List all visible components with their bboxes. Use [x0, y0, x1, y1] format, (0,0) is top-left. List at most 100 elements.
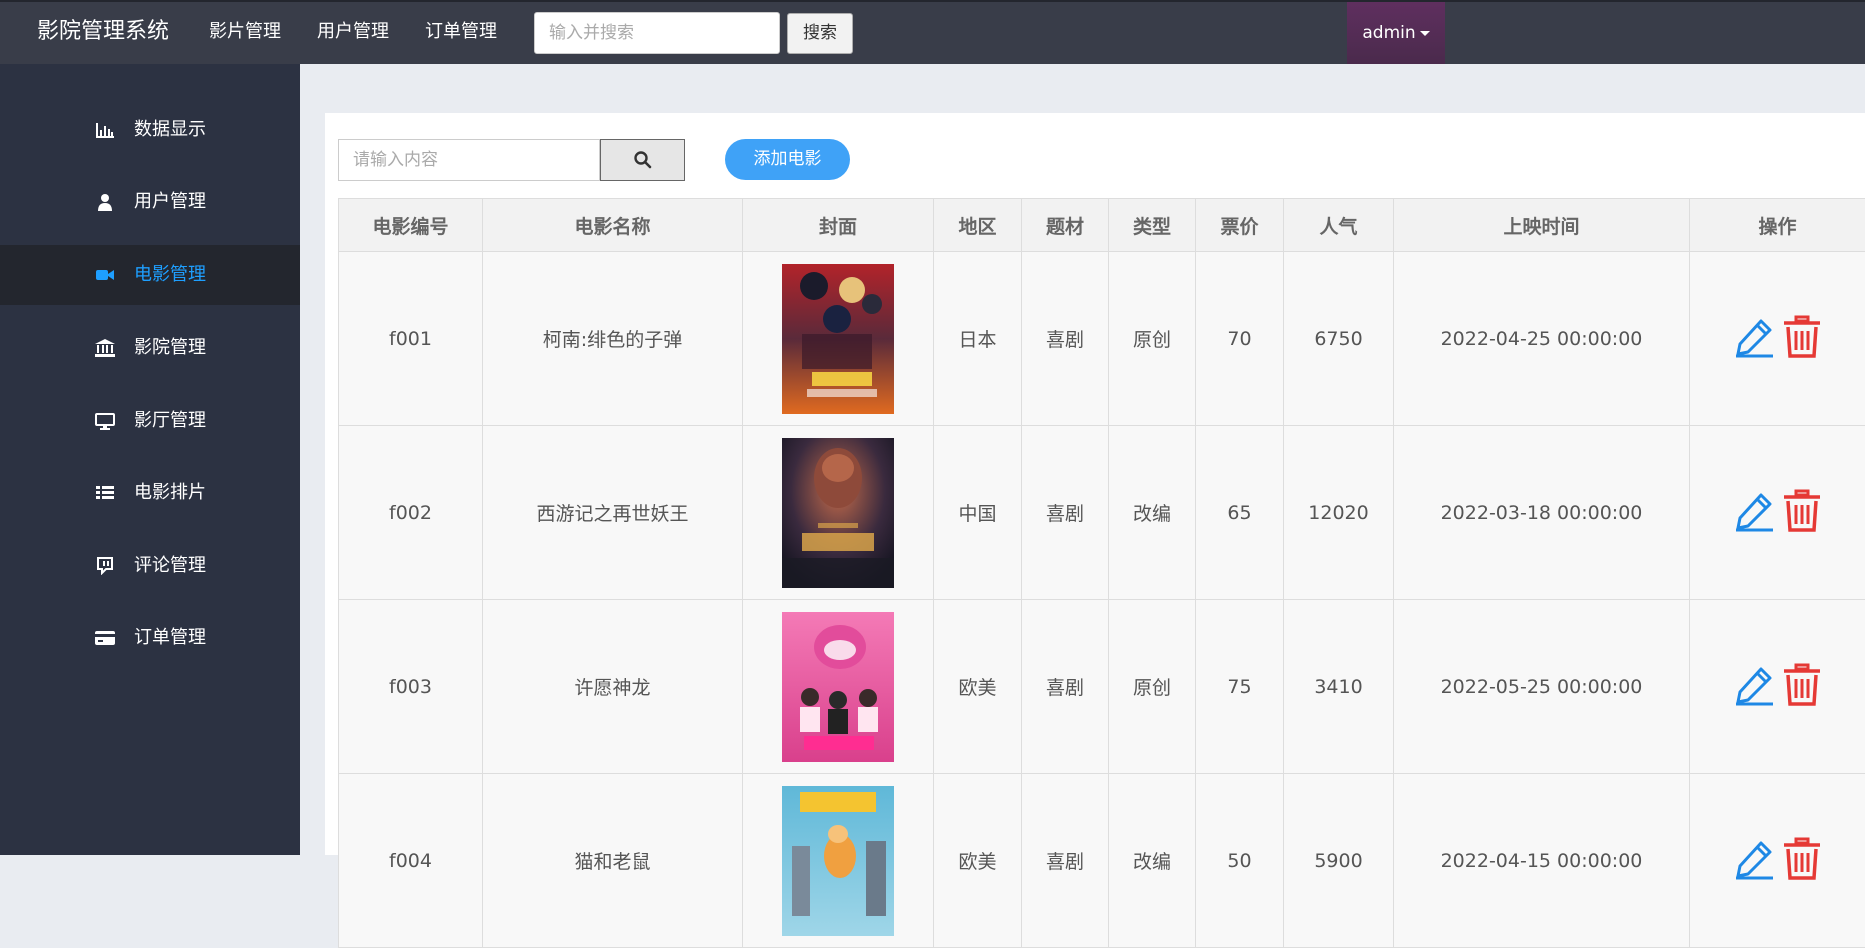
user-icon: [95, 193, 115, 211]
header-region: 地区: [934, 199, 1022, 252]
delete-trash-icon[interactable]: [1781, 837, 1823, 881]
top-search-input[interactable]: [534, 12, 780, 54]
movie-poster-image: [782, 786, 894, 936]
cell-movie-name: 西游记之再世妖王: [483, 426, 743, 600]
cell-genre: 喜剧: [1022, 774, 1109, 948]
sidebar-item-movie-management[interactable]: 电影管理: [0, 245, 300, 305]
delete-trash-icon[interactable]: [1781, 489, 1823, 533]
movie-poster-image: [782, 612, 894, 762]
sidebar-item-data-display[interactable]: 数据显示: [0, 100, 300, 160]
comment-icon: [95, 557, 115, 575]
list-icon: [95, 484, 115, 502]
cell-popularity: 3410: [1284, 600, 1394, 774]
sidebar-item-order-management[interactable]: 订单管理: [0, 608, 300, 668]
cell-release-time: 2022-04-15 00:00:00: [1394, 774, 1690, 948]
cell-price: 70: [1196, 252, 1284, 426]
sidebar-item-label: 数据显示: [134, 115, 206, 145]
table-header-row: 电影编号 电影名称 封面 地区 题材 类型 票价 人气 上映时间 操作: [339, 199, 1865, 252]
sidebar-item-label: 评论管理: [134, 551, 206, 581]
header-type: 类型: [1109, 199, 1196, 252]
cell-movie-name: 猫和老鼠: [483, 774, 743, 948]
cell-release-time: 2022-04-25 00:00:00: [1394, 252, 1690, 426]
sidebar-item-user-management[interactable]: 用户管理: [0, 172, 300, 232]
top-navbar: 影院管理系统 影片管理 用户管理 订单管理 搜索 admin: [0, 0, 1865, 64]
cell-cover: [743, 600, 934, 774]
sidebar-item-movie-schedule[interactable]: 电影排片: [0, 463, 300, 523]
movie-table: 电影编号 电影名称 封面 地区 题材 类型 票价 人气 上映时间 操作 f001…: [338, 198, 1865, 948]
cell-type: 改编: [1109, 774, 1196, 948]
table-row: f001 柯南:绯色的子弹 日本 喜剧 原创 70 6750 2022-04-2…: [339, 252, 1865, 426]
edit-icon[interactable]: [1733, 664, 1775, 706]
cell-movie-id: f001: [339, 252, 483, 426]
sidebar-item-label: 影厅管理: [134, 406, 206, 436]
cell-actions: [1690, 600, 1865, 774]
edit-icon[interactable]: [1733, 316, 1775, 358]
sidebar-item-comment-management[interactable]: 评论管理: [0, 536, 300, 596]
sidebar-item-label: 电影管理: [134, 260, 206, 290]
header-genre: 题材: [1022, 199, 1109, 252]
cell-release-time: 2022-05-25 00:00:00: [1394, 600, 1690, 774]
cell-type: 原创: [1109, 252, 1196, 426]
cell-movie-name: 柯南:绯色的子弹: [483, 252, 743, 426]
sidebar-item-cinema-management[interactable]: 影院管理: [0, 318, 300, 378]
cell-movie-id: f004: [339, 774, 483, 948]
cell-genre: 喜剧: [1022, 252, 1109, 426]
header-popularity: 人气: [1284, 199, 1394, 252]
nav-film-management[interactable]: 影片管理: [209, 18, 281, 46]
sidebar-item-label: 电影排片: [134, 478, 206, 508]
cell-popularity: 5900: [1284, 774, 1394, 948]
top-search-button[interactable]: 搜索: [787, 13, 853, 54]
movie-search-button[interactable]: [600, 139, 685, 181]
cell-movie-name: 许愿神龙: [483, 600, 743, 774]
add-movie-button[interactable]: 添加电影: [725, 139, 850, 180]
cell-cover: [743, 426, 934, 600]
cell-region: 中国: [934, 426, 1022, 600]
credit-card-icon: [95, 629, 115, 647]
delete-trash-icon[interactable]: [1781, 663, 1823, 707]
edit-icon[interactable]: [1733, 490, 1775, 532]
header-price: 票价: [1196, 199, 1284, 252]
sidebar-item-hall-management[interactable]: 影厅管理: [0, 391, 300, 451]
table-row: f003 许愿神龙 欧美 喜剧 原创 75 3410 2022-05-25 00…: [339, 600, 1865, 774]
nav-user-management[interactable]: 用户管理: [317, 18, 389, 46]
cell-region: 日本: [934, 252, 1022, 426]
sidebar: 数据显示 用户管理 电影管理 影院管理 影厅管理 电影排片: [0, 64, 300, 855]
table-row: f004 猫和老鼠 欧美 喜剧 改编 50 5900 2022-04-15 00…: [339, 774, 1865, 948]
cell-movie-id: f002: [339, 426, 483, 600]
movie-search-input[interactable]: [338, 139, 600, 181]
cell-cover: [743, 252, 934, 426]
delete-trash-icon[interactable]: [1781, 315, 1823, 359]
sidebar-item-label: 影院管理: [134, 333, 206, 363]
cell-price: 65: [1196, 426, 1284, 600]
header-cover: 封面: [743, 199, 934, 252]
admin-user-menu[interactable]: admin: [1347, 2, 1445, 64]
movie-poster-image: [782, 264, 894, 414]
cell-region: 欧美: [934, 774, 1022, 948]
cell-actions: [1690, 774, 1865, 948]
table-row: f002 西游记之再世妖王 中国 喜剧 改编 65 12020 2022-03-…: [339, 426, 1865, 600]
cell-popularity: 12020: [1284, 426, 1394, 600]
bar-chart-icon: [95, 121, 115, 139]
sidebar-item-label: 订单管理: [134, 623, 206, 653]
cell-type: 原创: [1109, 600, 1196, 774]
header-movie-id: 电影编号: [339, 199, 483, 252]
nav-order-management[interactable]: 订单管理: [425, 18, 497, 46]
cell-movie-id: f003: [339, 600, 483, 774]
search-icon: [633, 150, 653, 170]
video-camera-icon: [95, 266, 115, 284]
admin-username: admin: [1362, 23, 1415, 43]
caret-down-icon: [1420, 31, 1430, 36]
bank-icon: [95, 339, 115, 357]
edit-icon[interactable]: [1733, 838, 1775, 880]
cell-genre: 喜剧: [1022, 426, 1109, 600]
cell-release-time: 2022-03-18 00:00:00: [1394, 426, 1690, 600]
header-release-time: 上映时间: [1394, 199, 1690, 252]
sidebar-item-label: 用户管理: [134, 187, 206, 217]
app-brand[interactable]: 影院管理系统: [37, 16, 169, 48]
cell-type: 改编: [1109, 426, 1196, 600]
header-actions: 操作: [1690, 199, 1865, 252]
cell-popularity: 6750: [1284, 252, 1394, 426]
cell-actions: [1690, 252, 1865, 426]
cell-price: 75: [1196, 600, 1284, 774]
monitor-icon: [95, 412, 115, 430]
